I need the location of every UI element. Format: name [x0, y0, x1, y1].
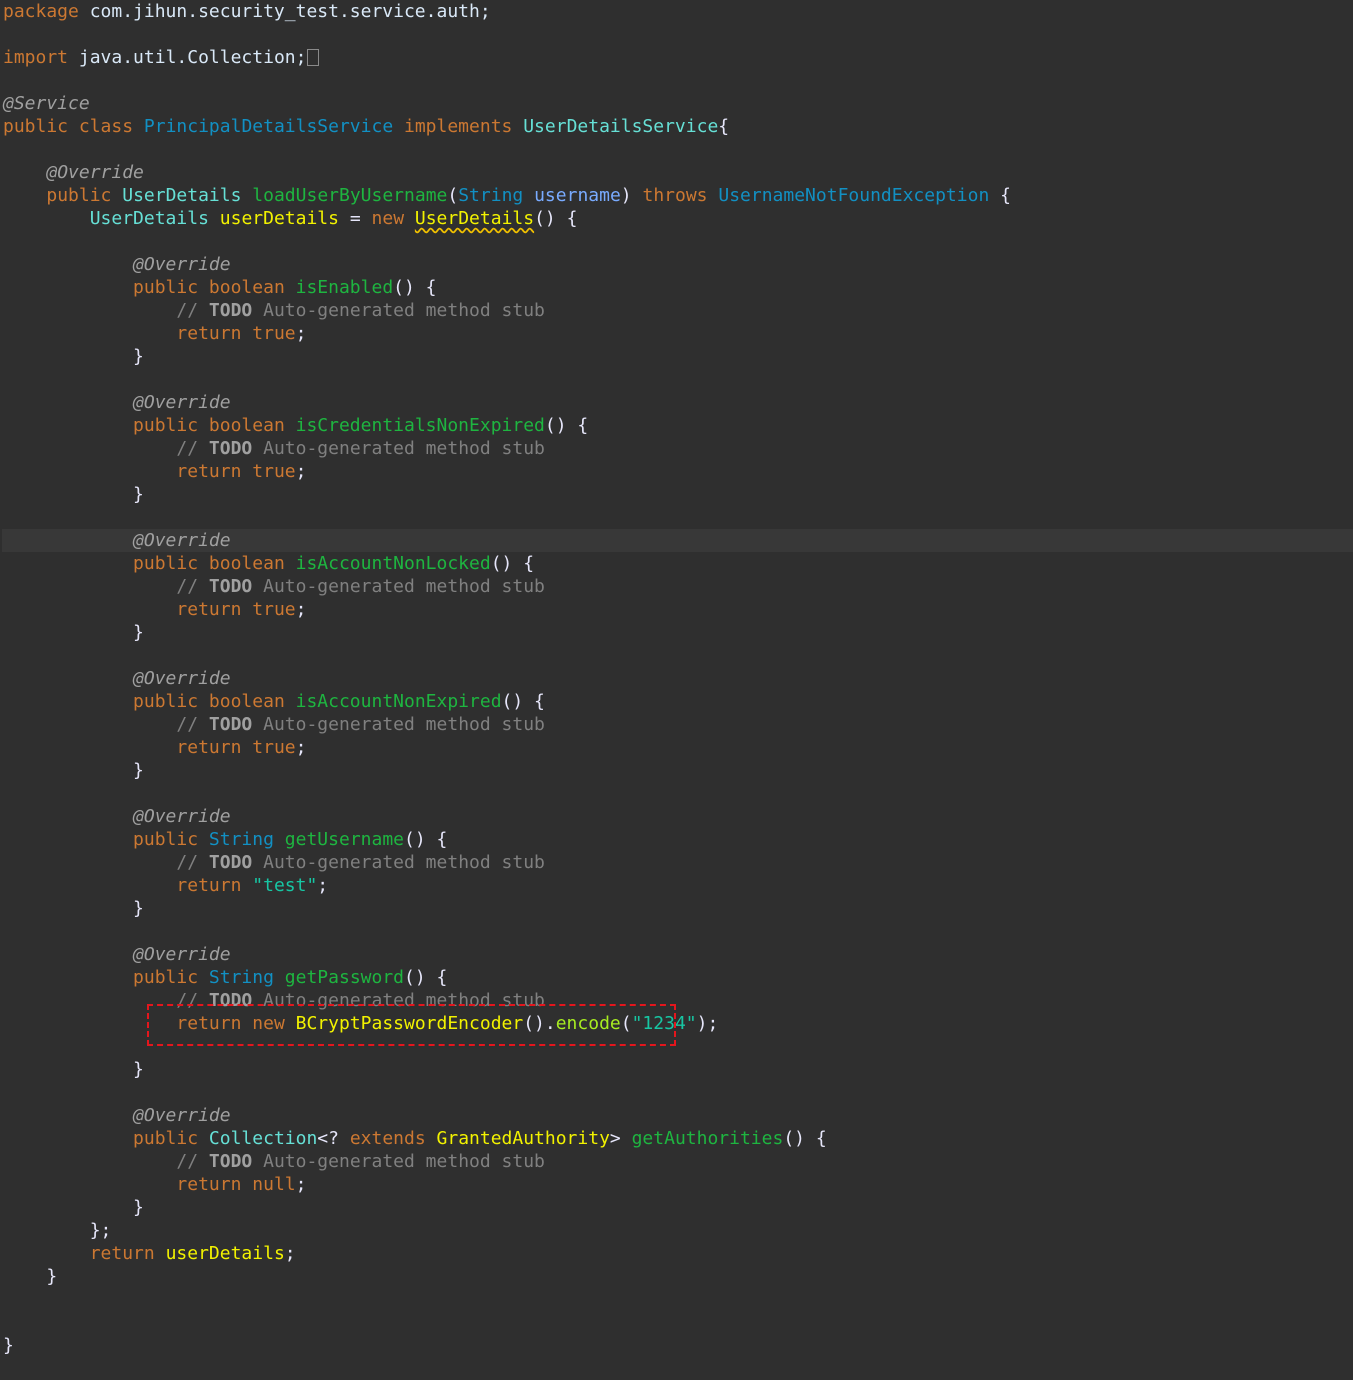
code-line-method-signature: public UserDetails loadUserByUsername(St… — [46, 185, 1011, 206]
method-name: loadUserByUsername — [252, 185, 448, 206]
import-name: java.util.Collection; — [78, 47, 307, 68]
code-line-return: return true; — [176, 737, 307, 758]
code-line-import: import java.util.Collection; — [3, 46, 320, 69]
warning-underline[interactable]: UserDetails — [415, 208, 534, 229]
code-line-return: return true; — [176, 323, 307, 344]
code-line-method-signature: public String getUsername() { — [133, 829, 448, 850]
code-line-comment: // TODO Auto-generated method stub — [176, 1151, 545, 1172]
code-line-annotation: @Override — [3, 161, 144, 184]
code-line-method-signature: public boolean isEnabled() { — [133, 277, 437, 298]
code-line-annotation: @Override — [133, 530, 231, 551]
method-name: getPassword — [284, 967, 405, 988]
code-line-return: return true; — [176, 461, 307, 482]
method-name: isAccountNonExpired — [295, 691, 502, 712]
code-line-return: return true; — [176, 599, 307, 620]
code-line-close: } — [133, 1059, 144, 1080]
code-line-return: return "test"; — [176, 875, 329, 896]
code-line-return: return userDetails; — [89, 1243, 296, 1264]
code-line-annotation: @Override — [133, 806, 231, 827]
code-line-annotation: @Override — [133, 668, 231, 689]
param-name: username — [534, 185, 621, 206]
code-line-close-class: } — [3, 1335, 14, 1356]
code-line-close: } — [133, 622, 144, 643]
string-literal: "test" — [252, 875, 318, 896]
code-editor[interactable]: package com.jihun.security_test.service.… — [0, 0, 1353, 1380]
highlight-annotation-box — [147, 1004, 676, 1046]
keyword: class — [78, 116, 134, 137]
code-line-comment: // TODO Auto-generated method stub — [176, 852, 545, 873]
method-name: isEnabled — [295, 277, 394, 298]
code-line-method-signature: public Collection<? extends GrantedAutho… — [133, 1128, 827, 1149]
package-name: com.jihun.security_test.service.auth; — [89, 1, 491, 22]
code-line-annotation: @Override — [133, 254, 231, 275]
code-line-annotation: @Override — [133, 1105, 231, 1126]
code-line-method-signature: public boolean isAccountNonLocked() { — [133, 553, 535, 574]
fold-icon[interactable] — [307, 49, 320, 66]
class-name: PrincipalDetailsService — [143, 116, 394, 137]
method-name: getAuthorities — [631, 1128, 784, 1149]
code-line-declaration: UserDetails userDetails = new UserDetail… — [89, 208, 578, 229]
code-line-method-signature: public boolean isAccountNonExpired() { — [133, 691, 545, 712]
annotation: @Override — [46, 162, 144, 183]
code-line-comment: // TODO Auto-generated method stub — [176, 576, 545, 597]
method-name: isAccountNonLocked — [295, 553, 491, 574]
keyword: public — [3, 116, 69, 137]
code-line-close: } — [133, 898, 144, 919]
interface-name: UserDetailsService — [523, 116, 719, 137]
code-line-return: return null; — [176, 1174, 307, 1195]
keyword: import — [3, 47, 69, 68]
variable-name: userDetails — [219, 208, 339, 229]
code-line-package: package com.jihun.security_test.service.… — [3, 0, 491, 23]
annotation: @Service — [3, 93, 90, 114]
code-line-comment: // TODO Auto-generated method stub — [176, 714, 545, 735]
code-line-close-anon: }; — [89, 1220, 112, 1241]
code-line-method-signature: public boolean isCredentialsNonExpired()… — [133, 415, 589, 436]
code-line-annotation: @Service — [3, 92, 90, 115]
keyword: implements — [404, 116, 513, 137]
method-name: getUsername — [284, 829, 405, 850]
code-line-close: } — [133, 346, 144, 367]
code-line-comment: // TODO Auto-generated method stub — [176, 300, 545, 321]
keyword: package — [3, 1, 79, 22]
code-line-close: } — [133, 760, 144, 781]
code-line-close: } — [46, 1266, 58, 1287]
method-name: isCredentialsNonExpired — [295, 415, 545, 436]
code-line-annotation: @Override — [133, 944, 231, 965]
code-line-comment: // TODO Auto-generated method stub — [176, 438, 545, 459]
code-line-close: } — [133, 484, 144, 505]
code-line-annotation: @Override — [133, 392, 231, 413]
code-line-method-signature: public String getPassword() { — [133, 967, 448, 988]
code-line-class: public class PrincipalDetailsService imp… — [3, 116, 730, 137]
code-line-close: } — [133, 1197, 144, 1218]
